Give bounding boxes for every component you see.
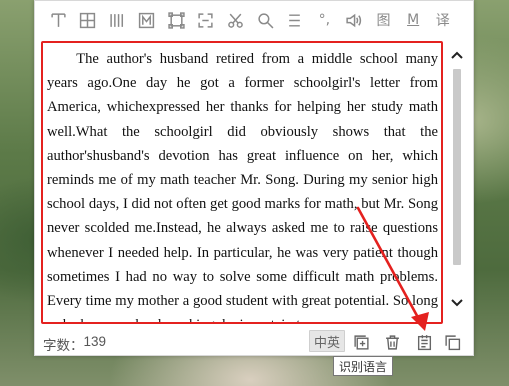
text-format-icon[interactable] bbox=[47, 9, 69, 31]
m-underline-icon[interactable]: M bbox=[402, 9, 424, 31]
add-page-icon[interactable] bbox=[351, 332, 371, 352]
table-icon[interactable] bbox=[77, 9, 99, 31]
copy-icon[interactable] bbox=[442, 332, 462, 352]
crop-icon[interactable] bbox=[195, 9, 217, 31]
tooltip: 识别语言 bbox=[333, 356, 394, 376]
speaker-icon[interactable] bbox=[343, 9, 365, 31]
language-toggle-button[interactable]: 中英 bbox=[309, 330, 345, 352]
scroll-up-icon[interactable] bbox=[449, 47, 465, 63]
char-count-label: 字数： bbox=[43, 338, 84, 353]
recognized-text[interactable]: The author's husband retired from a midd… bbox=[43, 43, 441, 322]
scroll-down-icon[interactable] bbox=[449, 295, 465, 311]
search-icon[interactable] bbox=[254, 9, 276, 31]
punctuation-icon[interactable]: °, bbox=[313, 9, 335, 31]
ocr-result-panel: °, 图 M 译 The author's husband retired fr… bbox=[34, 0, 474, 356]
detect-language-icon[interactable] bbox=[414, 332, 434, 352]
char-count: 字数： 139 bbox=[43, 334, 106, 354]
char-count-value: 139 bbox=[83, 334, 107, 349]
scrollbar-thumb[interactable] bbox=[453, 69, 461, 265]
align-icon[interactable] bbox=[284, 9, 306, 31]
recognized-text-box[interactable]: The author's husband retired from a midd… bbox=[41, 41, 443, 324]
image-char-icon[interactable]: 图 bbox=[373, 9, 395, 31]
select-region-icon[interactable] bbox=[165, 9, 187, 31]
m-box-icon[interactable] bbox=[136, 9, 158, 31]
trash-icon[interactable] bbox=[382, 332, 402, 352]
toolbar: °, 图 M 译 bbox=[35, 1, 473, 39]
status-bar: 字数： 139 中英 bbox=[35, 327, 473, 357]
scissors-icon[interactable] bbox=[225, 9, 247, 31]
scrollbar[interactable] bbox=[449, 65, 465, 293]
columns-icon[interactable] bbox=[106, 9, 128, 31]
translate-icon[interactable]: 译 bbox=[432, 9, 454, 31]
